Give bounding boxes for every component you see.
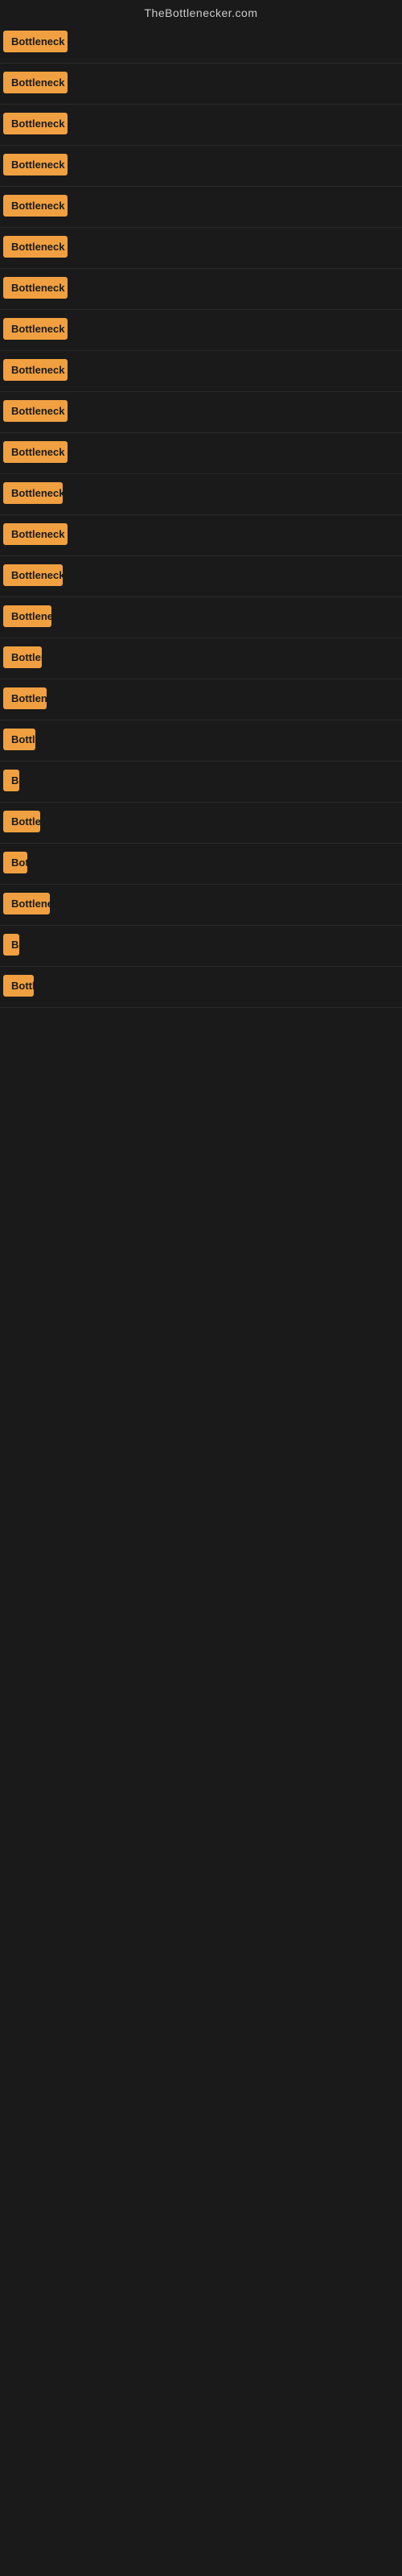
bottleneck-badge-11[interactable]: Bottleneck result [3,441,68,463]
result-row-10: Bottleneck result [0,392,402,433]
bottleneck-badge-23[interactable]: Bottleneck result [3,934,19,956]
bottom-spacer [0,1008,402,2135]
bottleneck-badge-2[interactable]: Bottleneck result [3,72,68,93]
result-row-2: Bottleneck result [0,64,402,105]
site-title: TheBottlenecker.com [0,0,402,23]
result-row-17: Bottleneck result [0,679,402,720]
result-row-24: Bottleneck result [0,967,402,1008]
result-row-7: Bottleneck result [0,269,402,310]
result-row-1: Bottleneck result [0,23,402,64]
bottleneck-badge-1[interactable]: Bottleneck result [3,31,68,52]
result-row-12: Bottleneck result [0,474,402,515]
bottleneck-badge-14[interactable]: Bottleneck result [3,564,63,586]
result-row-23: Bottleneck result [0,926,402,967]
bottleneck-badge-22[interactable]: Bottleneck result [3,893,50,914]
bottleneck-badge-24[interactable]: Bottleneck result [3,975,34,997]
result-row-8: Bottleneck result [0,310,402,351]
result-row-14: Bottleneck result [0,556,402,597]
bottleneck-badge-6[interactable]: Bottleneck result [3,236,68,258]
result-row-13: Bottleneck result [0,515,402,556]
bottleneck-badge-10[interactable]: Bottleneck result [3,400,68,422]
result-row-4: Bottleneck result [0,146,402,187]
result-row-18: Bottleneck result [0,720,402,762]
bottleneck-badge-13[interactable]: Bottleneck result [3,523,68,545]
bottleneck-badge-18[interactable]: Bottleneck result [3,729,35,750]
result-row-3: Bottleneck result [0,105,402,146]
bottleneck-badge-16[interactable]: Bottleneck result [3,646,42,668]
bottleneck-badge-12[interactable]: Bottleneck result [3,482,63,504]
result-row-5: Bottleneck result [0,187,402,228]
bottleneck-badge-17[interactable]: Bottleneck result [3,687,47,709]
bottleneck-badge-5[interactable]: Bottleneck result [3,195,68,217]
bottleneck-badge-8[interactable]: Bottleneck result [3,318,68,340]
bottleneck-badge-21[interactable]: Bottleneck result [3,852,27,873]
result-row-21: Bottleneck result [0,844,402,885]
bottleneck-badge-19[interactable]: Bottleneck result [3,770,19,791]
bottleneck-badge-9[interactable]: Bottleneck result [3,359,68,381]
results-list: Bottleneck result Bottleneck result Bott… [0,23,402,1008]
result-row-9: Bottleneck result [0,351,402,392]
bottleneck-badge-15[interactable]: Bottleneck result [3,605,51,627]
result-row-22: Bottleneck result [0,885,402,926]
result-row-15: Bottleneck result [0,597,402,638]
result-row-19: Bottleneck result [0,762,402,803]
bottleneck-badge-3[interactable]: Bottleneck result [3,113,68,134]
bottleneck-badge-4[interactable]: Bottleneck result [3,154,68,175]
result-row-20: Bottleneck result [0,803,402,844]
result-row-16: Bottleneck result [0,638,402,679]
bottleneck-badge-20[interactable]: Bottleneck result [3,811,40,832]
result-row-11: Bottleneck result [0,433,402,474]
bottleneck-badge-7[interactable]: Bottleneck result [3,277,68,299]
result-row-6: Bottleneck result [0,228,402,269]
